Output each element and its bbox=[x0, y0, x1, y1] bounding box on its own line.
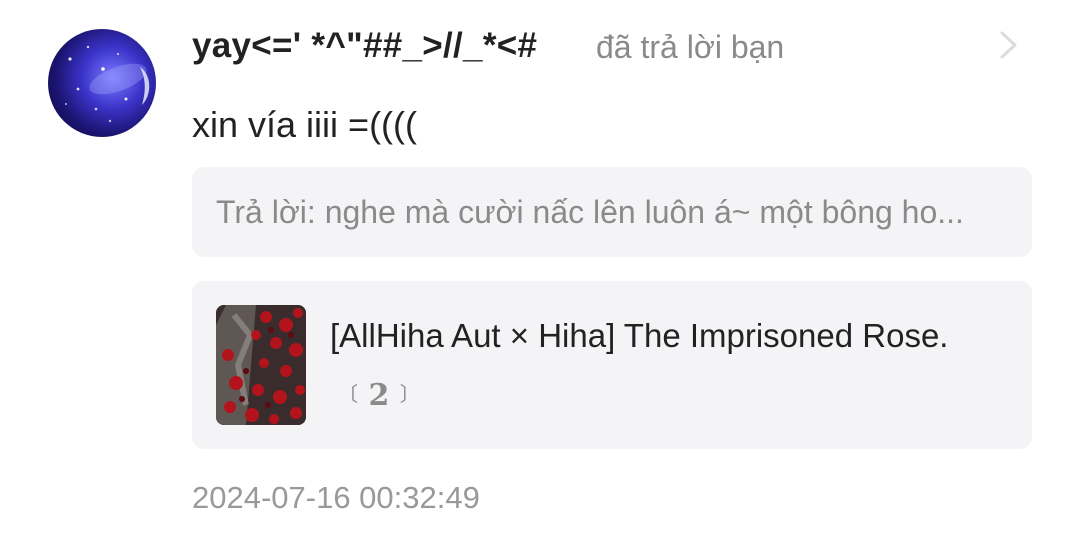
avatar[interactable] bbox=[48, 29, 156, 137]
chapter-bracket-open: 〔 bbox=[338, 382, 358, 406]
chevron-right-icon[interactable] bbox=[996, 30, 1022, 60]
story-cover[interactable] bbox=[216, 305, 306, 425]
chapter-value: 2 bbox=[368, 378, 390, 413]
story-title[interactable]: [AllHiha Aut × Hiha] The Imprisoned Rose… bbox=[330, 317, 948, 355]
rose-cover-image bbox=[216, 305, 306, 425]
reply-preview-box[interactable]: Trả lời: nghe mà cười nấc lên luôn á~ mộ… bbox=[192, 167, 1032, 257]
username[interactable]: yay<=' *^"##_>//_*<# bbox=[192, 26, 537, 66]
comment-text: xin vía iiii =(((( bbox=[192, 104, 418, 145]
story-card[interactable]: [AllHiha Aut × Hiha] The Imprisoned Rose… bbox=[192, 281, 1032, 449]
chapter-number: 〔 2 〕 bbox=[338, 378, 420, 413]
timestamp: 2024-07-16 00:32:49 bbox=[192, 480, 480, 515]
avatar-galaxy-image bbox=[65, 45, 150, 123]
reply-preview-text: Trả lời: nghe mà cười nấc lên luôn á~ mộ… bbox=[216, 193, 964, 230]
action-text: đã trả lời bạn bbox=[596, 29, 785, 65]
chapter-bracket-close: 〕 bbox=[399, 382, 420, 406]
